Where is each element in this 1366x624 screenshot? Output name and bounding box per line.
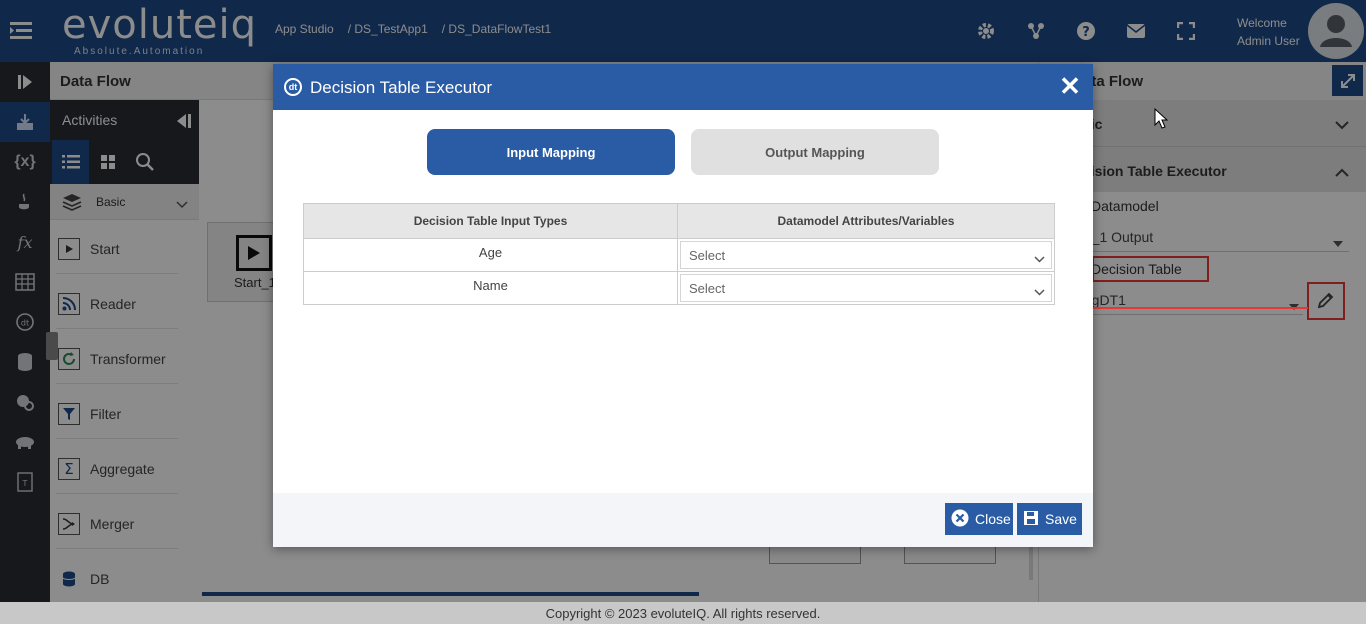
table-header-row: Decision Table Input Types Datamodel Att…: [303, 203, 1055, 239]
column-header-attributes: Datamodel Attributes/Variables: [677, 203, 1055, 239]
dialog-header: dt Decision Table Executor ✕: [273, 64, 1093, 110]
mouse-cursor-icon: [1154, 108, 1168, 129]
close-circle-icon: [951, 509, 969, 530]
chevron-down-icon: [1034, 284, 1045, 299]
save-button[interactable]: Save: [1017, 503, 1082, 535]
attribute-cell: Select: [677, 271, 1055, 305]
mapping-table: Decision Table Input Types Datamodel Att…: [303, 203, 1055, 305]
table-row: Age Select: [303, 238, 1055, 272]
input-type-cell: Age: [303, 238, 678, 272]
save-button-label: Save: [1045, 511, 1077, 527]
select-value: Select: [689, 281, 726, 296]
decision-table-executor-dialog: dt Decision Table Executor ✕ Input Mappi…: [273, 64, 1093, 547]
close-button[interactable]: Close: [945, 503, 1013, 535]
close-button-label: Close: [975, 511, 1011, 527]
page-footer: Copyright © 2023 evoluteIQ. All rights r…: [0, 602, 1366, 624]
tab-output-mapping[interactable]: Output Mapping: [691, 129, 939, 175]
floppy-disk-icon: [1023, 510, 1039, 529]
decision-table-icon: dt: [284, 78, 302, 96]
attribute-cell: Select: [677, 238, 1055, 272]
close-icon[interactable]: ✕: [1058, 73, 1082, 100]
tab-input-mapping[interactable]: Input Mapping: [427, 129, 675, 175]
dialog-title: Decision Table Executor: [310, 78, 493, 97]
column-header-input-types: Decision Table Input Types: [303, 203, 678, 239]
input-type-cell: Name: [303, 271, 678, 305]
table-row: Name Select: [303, 271, 1055, 305]
dialog-footer: Close Save: [273, 493, 1093, 547]
attribute-select[interactable]: Select: [680, 274, 1052, 302]
chevron-down-icon: [1034, 251, 1045, 266]
select-value: Select: [689, 248, 726, 263]
attribute-select[interactable]: Select: [680, 241, 1052, 269]
annotation-arrow: [1074, 303, 1308, 317]
